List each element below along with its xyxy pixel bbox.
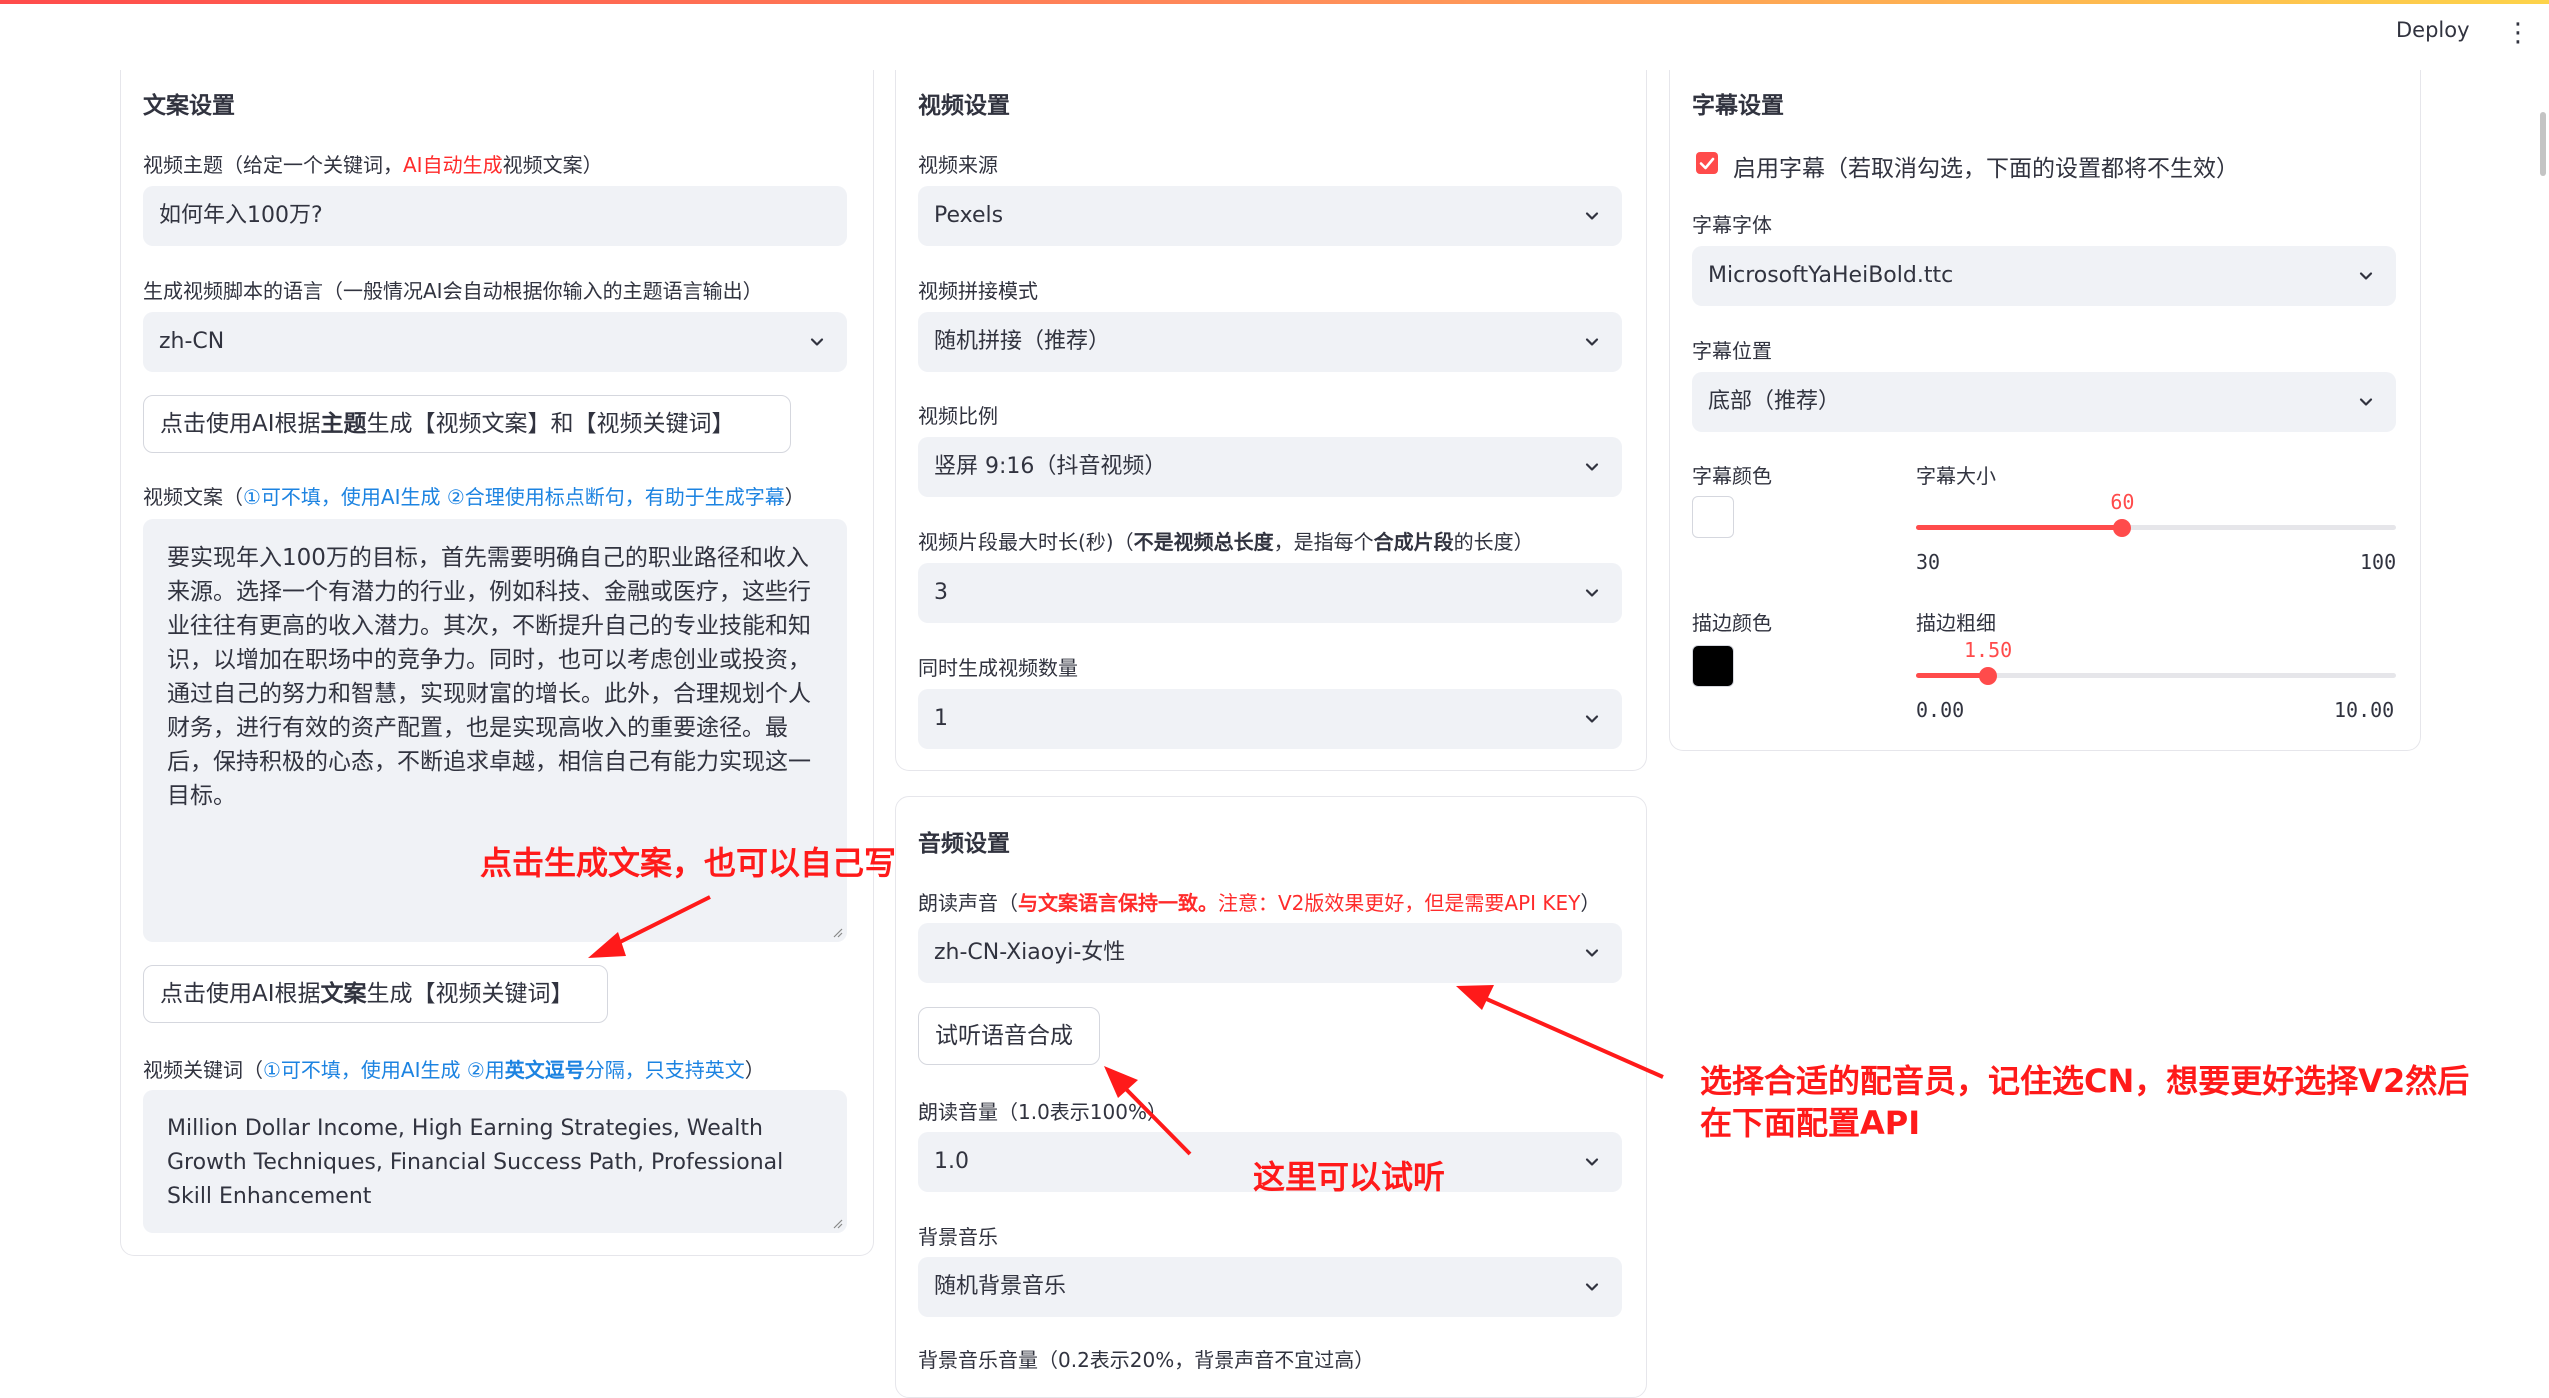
chevron-down-icon: [1584, 459, 1600, 475]
video-settings-title: 视频设置: [918, 93, 1010, 119]
subtitle-font-select[interactable]: MicrosoftYaHeiBold.ttc: [1692, 246, 2396, 306]
concat-mode-select[interactable]: 随机拼接（推荐）: [918, 312, 1622, 372]
enable-subtitle-checkbox[interactable]: [1696, 152, 1718, 174]
subtitle-position-label: 字幕位置: [1692, 339, 1772, 363]
clip-duration-label: 视频片段最大时长(秒)（不是视频总长度，是指每个合成片段的长度）: [918, 530, 1534, 554]
stroke-color-picker[interactable]: [1692, 645, 1734, 687]
subtitle-color-picker[interactable]: [1692, 496, 1734, 538]
subtitle-size-slider-fill: [1916, 525, 2123, 530]
chevron-down-icon: [2358, 268, 2374, 284]
chevron-down-icon: [1584, 1279, 1600, 1295]
bgm-select[interactable]: 随机背景音乐: [918, 1257, 1622, 1317]
annotation-voice-tip-line1: 选择合适的配音员，记住选CN，想要更好选择V2然后: [1700, 1062, 2470, 1100]
subtitle-settings-title: 字幕设置: [1692, 93, 1784, 119]
keywords-textarea[interactable]: Million Dollar Income, High Earning Stra…: [143, 1090, 847, 1233]
preview-voice-button[interactable]: 试听语音合成: [918, 1007, 1100, 1065]
enable-subtitle-label: 启用字幕（若取消勾选，下面的设置都将不生效）: [1733, 156, 2239, 182]
keywords-label: 视频关键词（①可不填，使用AI生成 ②用英文逗号分隔，只支持英文）: [143, 1058, 765, 1082]
chevron-down-icon: [1584, 208, 1600, 224]
chevron-down-icon: [2358, 394, 2374, 410]
clip-duration-select[interactable]: 3: [918, 563, 1622, 623]
annotation-preview-tip: 这里可以试听: [1253, 1158, 1446, 1196]
stroke-width-slider-fill: [1916, 673, 1988, 678]
copy-settings-title: 文案设置: [143, 93, 235, 119]
video-count-label: 同时生成视频数量: [918, 656, 1078, 680]
scrollbar-thumb[interactable]: [2540, 112, 2546, 176]
chevron-down-icon: [809, 334, 825, 350]
chevron-down-icon: [1584, 585, 1600, 601]
topic-input[interactable]: 如何年入100万?: [143, 186, 847, 246]
chevron-down-icon: [1584, 711, 1600, 727]
chevron-down-icon: [1584, 945, 1600, 961]
resize-grip-icon[interactable]: [833, 1219, 843, 1229]
topic-label: 视频主题（给定一个关键词，AI自动生成视频文案）: [143, 153, 603, 177]
voice-volume-label: 朗读音量（1.0表示100%）: [918, 1100, 1167, 1124]
aspect-ratio-select[interactable]: 竖屏 9:16（抖音视频）: [918, 437, 1622, 497]
video-count-select[interactable]: 1: [918, 689, 1622, 749]
bgm-label: 背景音乐: [918, 1225, 998, 1249]
resize-grip-icon[interactable]: [833, 928, 843, 938]
stroke-color-label: 描边颜色: [1692, 611, 1772, 635]
subtitle-size-value: 60: [2110, 490, 2135, 514]
deploy-button[interactable]: Deploy: [2396, 18, 2470, 42]
language-label: 生成视频脚本的语言（一般情况AI会自动根据你输入的主题语言输出）: [143, 279, 763, 303]
subtitle-size-max: 100: [2360, 550, 2397, 574]
check-icon: [1699, 157, 1715, 170]
bgm-volume-label: 背景音乐音量（0.2表示20%，背景声音不宜过高）: [918, 1348, 1375, 1372]
keywords-text: Million Dollar Income, High Earning Stra…: [167, 1116, 784, 1209]
subtitle-font-label: 字幕字体: [1692, 213, 1772, 237]
concat-mode-label: 视频拼接模式: [918, 279, 1038, 303]
annotation-voice-tip-line2: 在下面配置API: [1700, 1104, 1921, 1142]
top-decoration-bar: [0, 0, 2549, 4]
stroke-width-min: 0.00: [1916, 698, 1965, 722]
voice-select[interactable]: zh-CN-Xiaoyi-女性: [918, 923, 1622, 983]
annotation-generate-tip: 点击生成文案，也可以自己写: [480, 844, 897, 882]
stroke-width-label: 描边粗细: [1916, 611, 1996, 635]
chevron-down-icon: [1584, 1154, 1600, 1170]
subtitle-color-label: 字幕颜色: [1692, 464, 1772, 488]
kebab-menu-icon[interactable]: ⋮: [2505, 18, 2531, 48]
generate-script-button[interactable]: 点击使用AI根据主题生成【视频文案】和【视频关键词】: [143, 395, 791, 453]
subtitle-position-select[interactable]: 底部（推荐）: [1692, 372, 2396, 432]
stroke-width-slider-thumb[interactable]: [1979, 667, 1997, 685]
generate-keywords-button[interactable]: 点击使用AI根据文案生成【视频关键词】: [143, 965, 608, 1023]
stroke-width-max: 10.00: [2334, 698, 2395, 722]
chevron-down-icon: [1584, 334, 1600, 350]
subtitle-size-min: 30: [1916, 550, 1941, 574]
subtitle-size-label: 字幕大小: [1916, 464, 1996, 488]
script-text: 要实现年入100万的目标，首先需要明确自己的职业路径和收入来源。选择一个有潜力的…: [167, 545, 811, 809]
aspect-ratio-label: 视频比例: [918, 404, 998, 428]
language-select[interactable]: zh-CN: [143, 312, 847, 372]
video-source-label: 视频来源: [918, 153, 998, 177]
script-label: 视频文案（①可不填，使用AI生成 ②合理使用标点断句，有助于生成字幕）: [143, 485, 805, 509]
audio-settings-title: 音频设置: [918, 831, 1010, 857]
stroke-width-value: 1.50: [1964, 638, 2013, 662]
video-source-select[interactable]: Pexels: [918, 186, 1622, 246]
voice-label: 朗读声音（与文案语言保持一致。注意：V2版效果更好，但是需要API KEY）: [918, 891, 1601, 915]
